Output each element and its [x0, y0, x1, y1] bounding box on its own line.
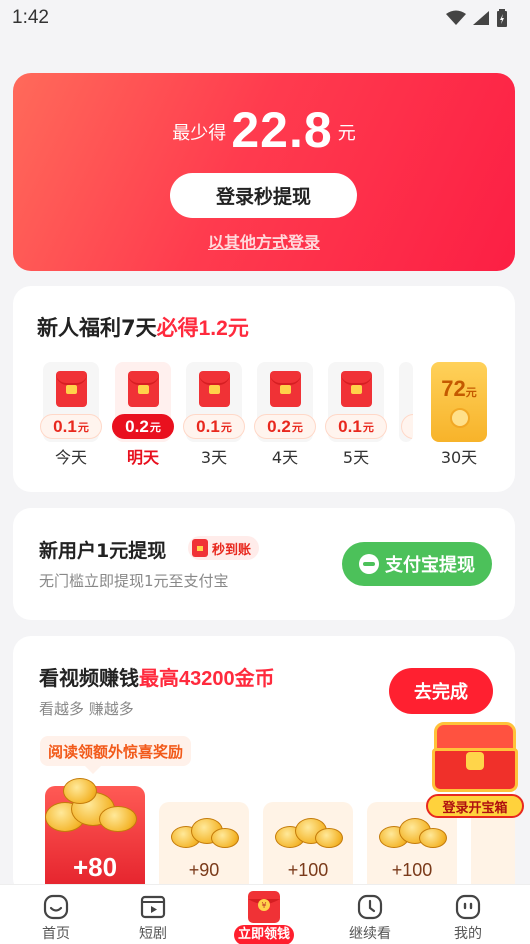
welfare-title: 新人福利7天必得1.2元 [37, 316, 249, 340]
day-card-4[interactable]: 0.2 元 [254, 362, 316, 442]
coin-pile-icon [171, 814, 239, 850]
tab-get-money[interactable]: ¥ 立即领钱 [224, 885, 304, 944]
red-envelope-icon [341, 371, 372, 407]
clock-icon [357, 894, 383, 920]
day-card-30[interactable]: 72元 [431, 362, 487, 442]
chest-lock-icon [466, 752, 484, 770]
coin-pile-icon [275, 814, 343, 850]
day-card-partial: 0 [399, 362, 413, 442]
profile-face-icon [455, 894, 481, 920]
battery-icon [497, 9, 507, 27]
tab-home[interactable]: 首页 [16, 885, 96, 944]
newuser-title: 新用户1元提现 [39, 540, 167, 562]
play-icon [140, 895, 166, 919]
red-envelope-icon: ¥ [248, 891, 280, 923]
day-label: 明天 [126, 448, 159, 467]
day-label: 3天 [200, 448, 228, 467]
wifi-icon [446, 10, 466, 25]
coin-pile-icon [41, 778, 141, 834]
day-amount: 0.2 元 [254, 414, 316, 439]
tab-continue-watching[interactable]: 继续看 [330, 885, 410, 944]
day-amount-partial: 0 [401, 414, 413, 439]
day-card-today[interactable]: 0.1 元 [40, 362, 102, 442]
bottom-tab-bar: 首页 短剧 ¥ 立即领钱 继续看 我的 [0, 884, 530, 944]
svg-text:¥: ¥ [261, 901, 266, 910]
go-complete-button[interactable]: 去完成 [389, 668, 493, 714]
tab-label: 首页 [42, 926, 70, 942]
signal-icon [473, 11, 489, 25]
day-card-5[interactable]: 0.1 元 [325, 362, 387, 442]
video-title: 看视频赚钱最高43200金币 [39, 666, 275, 690]
status-time: 1:42 [12, 7, 49, 28]
tab-label: 我的 [454, 926, 482, 942]
day-card-tomorrow[interactable]: 0.2 元 [112, 362, 174, 442]
red-envelope-icon [270, 371, 301, 407]
video-subtitle: 看越多 赚越多 [39, 700, 134, 718]
day-amount: 0.1 元 [183, 414, 245, 439]
day-amount: 0.2 元 [112, 414, 174, 439]
status-icons [446, 9, 508, 27]
reward-value: +100 [287, 860, 329, 880]
login-withdraw-button[interactable]: 登录秒提现 [170, 173, 357, 218]
day-label: 30天 [440, 448, 478, 467]
bonus-tip: 阅读领额外惊喜奖励 [40, 736, 192, 774]
reward-card[interactable]: +90 [159, 802, 249, 896]
reward-value: +80 [72, 852, 118, 882]
amount-prefix: 最少得 [172, 123, 227, 144]
amount-unit: 元 [337, 123, 356, 144]
day-amount: 0.1 元 [40, 414, 102, 439]
red-envelope-icon [128, 371, 159, 407]
alipay-withdraw-button[interactable]: 支付宝提现 [342, 542, 492, 586]
alipay-icon [359, 554, 379, 574]
tab-short-drama[interactable]: 短剧 [113, 885, 193, 944]
red-envelope-icon [56, 371, 87, 407]
day-amount: 0.1 元 [325, 414, 387, 439]
day-label: 今天 [54, 448, 87, 467]
newuser-subtitle: 无门槛立即提现1元至支付宝 [39, 572, 229, 590]
reward-value: +90 [188, 860, 220, 880]
home-face-icon [43, 894, 69, 920]
day-label: 4天 [271, 448, 299, 467]
tab-label: 短剧 [139, 926, 167, 942]
reward-card[interactable]: +100 [263, 802, 353, 896]
newbie-welfare-card: 新人福利7天必得1.2元 0.1元 0.2元 0.1元 0.2元 0.1元 0 … [13, 286, 515, 492]
reward-value: +100 [391, 860, 433, 880]
red-envelope-icon [199, 371, 230, 407]
min-amount: 最少得 22.8 元 [13, 101, 515, 159]
status-bar: 1:42 [0, 0, 530, 36]
new-user-withdraw-card: 新用户1元提现 秒到账 无门槛立即提现1元至支付宝 支付宝提现 [13, 508, 515, 620]
day-card-3[interactable]: 0.1 元 [183, 362, 245, 442]
reward-card[interactable]: +80 [45, 778, 145, 896]
day-label: 5天 [342, 448, 370, 467]
treasure-chest-button[interactable]: 登录开宝箱 [426, 718, 524, 822]
instant-badge: 秒到账 [188, 536, 260, 560]
red-envelope-icon [192, 539, 208, 557]
amount-value: 22.8 [231, 102, 333, 158]
tab-mine[interactable]: 我的 [428, 885, 508, 944]
tab-label: 立即领钱 [234, 925, 294, 944]
big-amount: 72元 [441, 376, 477, 401]
other-login-link[interactable]: 以其他方式登录 [13, 229, 515, 253]
tab-label: 继续看 [349, 926, 391, 942]
login-hero-card: 最少得 22.8 元 登录秒提现 以其他方式登录 [13, 73, 515, 271]
chest-label: 登录开宝箱 [426, 794, 524, 818]
coin-icon [450, 408, 470, 428]
